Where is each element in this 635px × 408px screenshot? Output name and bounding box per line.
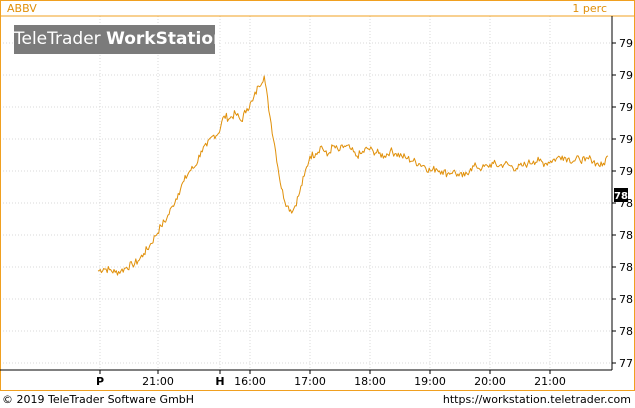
copyright-text: © 2019 TeleTrader Software GmbH <box>2 393 195 406</box>
y-tick-label: 78 <box>619 261 633 274</box>
x-tick-label: 21:00 <box>534 375 566 388</box>
x-tick-label: 18:00 <box>354 375 386 388</box>
x-tick-label: 19:00 <box>414 375 446 388</box>
x-tick-label: P <box>96 375 104 388</box>
x-tick-label: 20:00 <box>474 375 506 388</box>
chart-frame <box>0 0 635 391</box>
y-tick-label: 79 <box>619 101 633 114</box>
grid-layer <box>0 16 612 370</box>
teletrader-watermark-logo: TeleTrader WorkStation <box>14 25 225 54</box>
y-tick-label: 78 <box>619 325 633 338</box>
x-tick-label: 17:00 <box>294 375 326 388</box>
y-tick-label: 79 <box>619 165 633 178</box>
last-value-label: 78 <box>614 191 628 202</box>
frame-layer <box>0 0 635 391</box>
period-label[interactable]: 1 perc <box>572 2 607 15</box>
website-link[interactable]: https://workstation.teletrader.com <box>443 393 631 406</box>
y-tick-label: 78 <box>619 293 633 306</box>
chart-window: 79 79 79 79 79 78 78 78 78 78 77 P 21:00 H 16:00 17:00 1… <box>0 0 635 408</box>
watermark-product: WorkStation <box>106 29 226 49</box>
y-tick-label: 79 <box>619 69 633 82</box>
x-tick-label: H <box>215 375 224 388</box>
chart-canvas: 79 79 79 79 79 78 78 78 78 78 77 P 21:00 H 16:00 17:00 1… <box>0 0 635 391</box>
y-tick-label: 79 <box>619 37 633 50</box>
x-tick-label: 21:00 <box>142 375 174 388</box>
watermark-brand: TeleTrader <box>14 29 101 49</box>
tick-layer: 79 79 79 79 79 78 78 78 78 78 77 P 21:00 H 16:00 17:00 1… <box>96 37 633 388</box>
y-tick-label: 77 <box>619 357 633 370</box>
series-layer[interactable] <box>97 75 609 276</box>
y-tick-label: 78 <box>619 229 633 242</box>
marker-layer: 78 <box>614 188 628 202</box>
x-tick-label: 16:00 <box>234 375 266 388</box>
y-tick-label: 79 <box>619 133 633 146</box>
price-series-line <box>97 75 609 276</box>
symbol-label: ABBV <box>7 2 37 15</box>
